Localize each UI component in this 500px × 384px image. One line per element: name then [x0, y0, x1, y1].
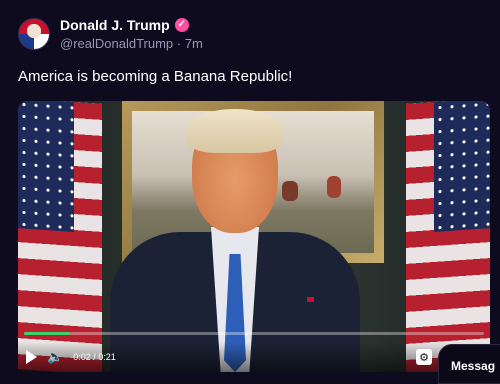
video-time: 0:02 / 0:21	[73, 352, 116, 362]
lapel-pin	[307, 297, 314, 302]
play-icon[interactable]	[26, 350, 37, 364]
video-controls: 🔈 0:02 / 0:21 ⚙	[18, 342, 490, 372]
author-name[interactable]: Donald J. Trump	[60, 17, 170, 33]
handle-row: @realDonaldTrump · 7m	[60, 36, 203, 51]
flag-canton	[18, 101, 74, 232]
avatar[interactable]	[18, 18, 50, 50]
author-handle[interactable]: @realDonaldTrump	[60, 36, 173, 51]
post-text: America is becoming a Banana Republic!	[18, 68, 293, 85]
hair	[186, 109, 284, 153]
separator: ·	[176, 36, 182, 51]
volume-icon[interactable]: 🔈	[47, 349, 63, 365]
post-header: Donald J. Trump ✓ @realDonaldTrump · 7m	[18, 14, 203, 54]
author-block: Donald J. Trump ✓ @realDonaldTrump · 7m	[60, 17, 203, 51]
flag-canton	[434, 101, 490, 232]
post-time[interactable]: 7m	[185, 36, 203, 51]
message-button[interactable]: Messag	[438, 344, 500, 384]
video-progress-bar[interactable]	[24, 332, 484, 335]
gear-icon[interactable]: ⚙	[416, 349, 432, 365]
video-player[interactable]: 🔈 0:02 / 0:21 ⚙	[18, 101, 490, 372]
author-name-row: Donald J. Trump ✓	[60, 17, 203, 33]
verified-badge-icon: ✓	[174, 18, 189, 32]
video-progress-fill	[24, 332, 70, 335]
